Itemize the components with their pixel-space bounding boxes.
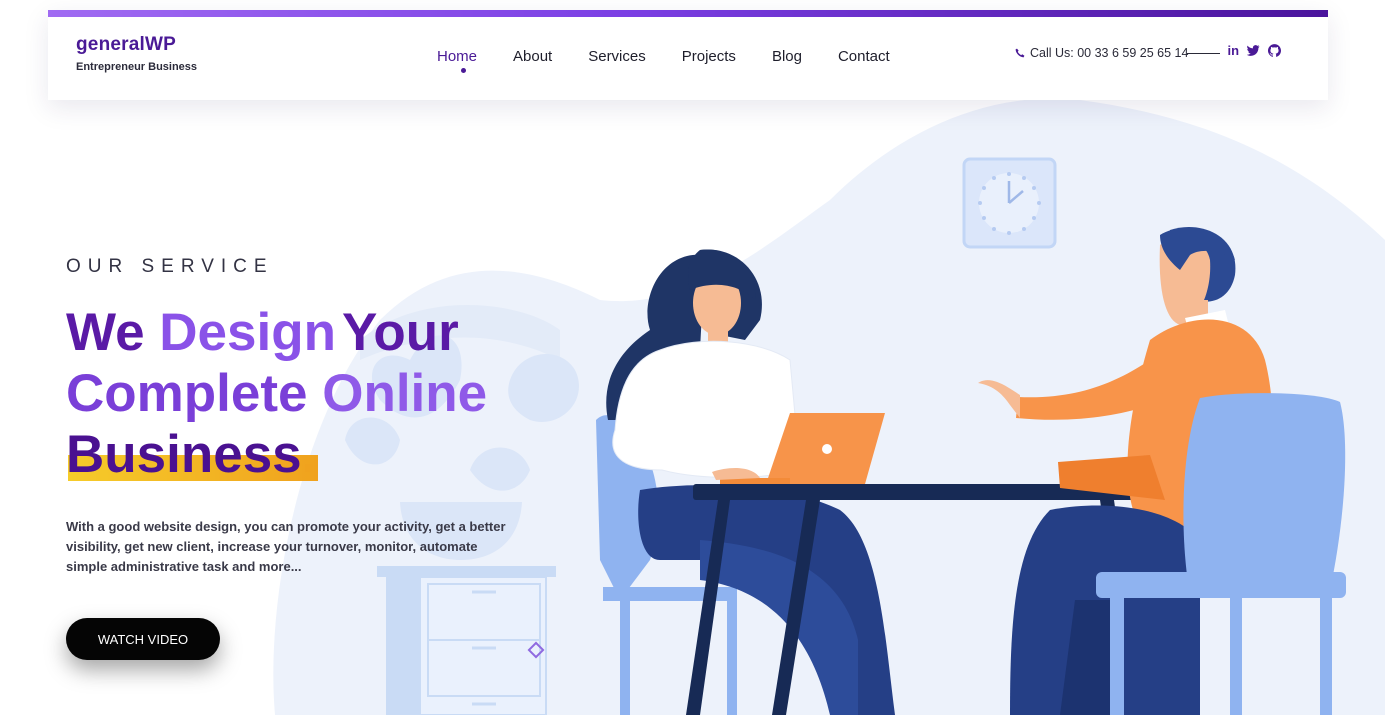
- nav-projects[interactable]: Projects: [682, 48, 736, 65]
- hero-headline: We Design Your Complete Online Business.: [66, 302, 487, 485]
- nav-blog[interactable]: Blog: [772, 48, 802, 65]
- brand[interactable]: generalWP Entrepreneur Business: [76, 34, 197, 73]
- wall-clock-icon: [962, 157, 1057, 249]
- cabinet-icon: [377, 566, 556, 715]
- main-nav: Home About Services Projects Blog Contac…: [437, 48, 926, 65]
- nav-home[interactable]: Home: [437, 48, 477, 65]
- nav-services[interactable]: Services: [588, 48, 646, 65]
- social-links: in: [1227, 43, 1282, 58]
- site-header: generalWP Entrepreneur Business Home Abo…: [48, 10, 1328, 100]
- brand-name[interactable]: generalWP: [76, 34, 197, 56]
- nav-about[interactable]: About: [513, 48, 552, 65]
- github-icon[interactable]: [1268, 43, 1282, 57]
- headline-business-text: Business: [66, 425, 302, 484]
- twitter-icon[interactable]: [1247, 44, 1260, 56]
- hero-description: With a good website design, you can prom…: [66, 519, 506, 574]
- headline-word-your: Your: [341, 303, 459, 362]
- headline-period: .: [301, 425, 317, 484]
- contact-divider: [1187, 52, 1221, 54]
- phone-icon: [1015, 48, 1025, 58]
- call-us-text[interactable]: Call Us: 00 33 6 59 25 65 14: [1030, 46, 1188, 60]
- brand-tagline: Entrepreneur Business: [76, 61, 198, 73]
- contact-area: Call Us: 00 33 6 59 25 65 14 in: [1015, 43, 1282, 60]
- linkedin-icon[interactable]: in: [1227, 43, 1239, 58]
- headline-word-online: Online: [322, 364, 488, 423]
- watch-video-button[interactable]: WATCH VIDEO: [66, 618, 220, 660]
- headline-word-business: Business.: [66, 424, 319, 485]
- headline-word-we: We: [66, 303, 145, 362]
- header-accent-bar: [48, 10, 1328, 17]
- headline-word-complete: Complete: [66, 364, 308, 423]
- active-nav-indicator: [461, 68, 466, 73]
- hero-eyebrow: OUR SERVICE: [66, 256, 274, 277]
- headline-word-design: Design: [159, 303, 336, 362]
- nav-contact[interactable]: Contact: [838, 48, 890, 65]
